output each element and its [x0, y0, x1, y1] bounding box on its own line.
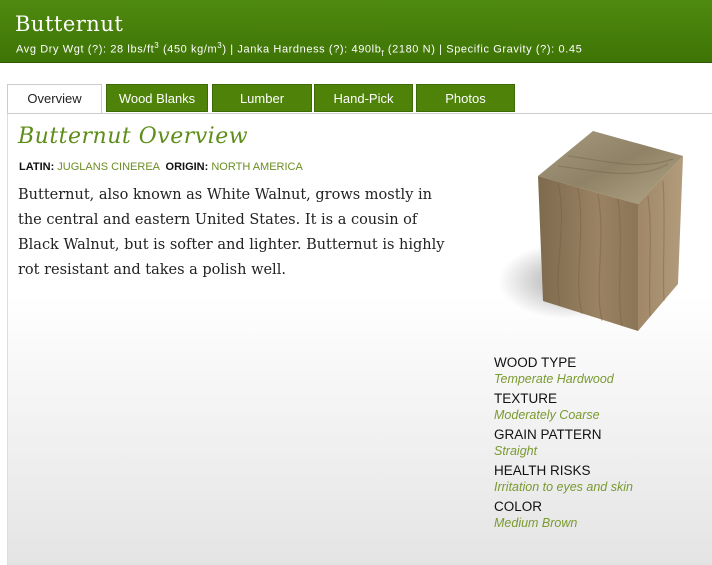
wood-name: Butternut — [15, 12, 124, 36]
janka-hardness: ) | Janka Hardness (?): 490lb — [222, 43, 382, 56]
specific-gravity: (2180 N) | Specific Gravity (?): 0.45 — [384, 43, 583, 56]
property-value: Moderately Coarse — [494, 408, 600, 422]
overview-panel: Butternut Overview LATIN: JUGLANS CINERE… — [7, 113, 712, 565]
page-header: Butternut Avg Dry Wgt (?): 28 lbs/ft3 (4… — [0, 0, 712, 63]
origin-label: ORIGIN: — [165, 161, 209, 173]
latin-origin-line: LATIN: JUGLANS CINEREA ORIGIN: NORTH AME… — [19, 161, 303, 173]
overview-description: Butternut, also known as White Walnut, g… — [18, 187, 445, 278]
wood-cube-image — [498, 131, 683, 331]
wood-specs: Avg Dry Wgt (?): 28 lbs/ft3 (450 kg/m3) … — [16, 41, 582, 58]
property-list: WOOD TYPE Temperate Hardwood TEXTURE Mod… — [494, 355, 633, 530]
property-label: COLOR — [494, 499, 543, 514]
tab-overview[interactable]: Overview — [7, 84, 102, 114]
origin-link[interactable]: NORTH AMERICA — [211, 161, 302, 173]
property-value: Medium Brown — [494, 516, 578, 530]
property-label: TEXTURE — [494, 391, 558, 406]
tab-wood-blanks[interactable]: Wood Blanks — [106, 84, 208, 112]
tab-photos[interactable]: Photos — [416, 84, 515, 112]
property-value: Temperate Hardwood — [494, 372, 614, 386]
property-grain-pattern: GRAIN PATTERN Straight — [494, 427, 633, 458]
tab-lumber[interactable]: Lumber — [212, 84, 312, 112]
property-value: Straight — [494, 444, 538, 458]
latin-link[interactable]: JUGLANS CINEREA — [57, 161, 159, 173]
property-texture: TEXTURE Moderately Coarse — [494, 391, 633, 422]
property-health-risks: HEALTH RISKS Irritation to eyes and skin — [494, 463, 633, 494]
latin-label: LATIN: — [19, 161, 55, 173]
avg-dry-weight: Avg Dry Wgt (?): 28 lbs/ft — [16, 43, 155, 56]
tab-bar: Overview Wood Blanks Lumber Hand-Pick Ph… — [7, 84, 712, 114]
overview-title: Butternut Overview — [18, 124, 249, 149]
tab-hand-pick[interactable]: Hand-Pick — [314, 84, 413, 112]
property-label: WOOD TYPE — [494, 355, 577, 370]
property-wood-type: WOOD TYPE Temperate Hardwood — [494, 355, 633, 386]
property-value: Irritation to eyes and skin — [494, 480, 633, 494]
avg-dry-weight-metric: (450 kg/m — [159, 43, 218, 56]
property-label: HEALTH RISKS — [494, 463, 591, 478]
property-label: GRAIN PATTERN — [494, 427, 602, 442]
property-color: COLOR Medium Brown — [494, 499, 633, 530]
